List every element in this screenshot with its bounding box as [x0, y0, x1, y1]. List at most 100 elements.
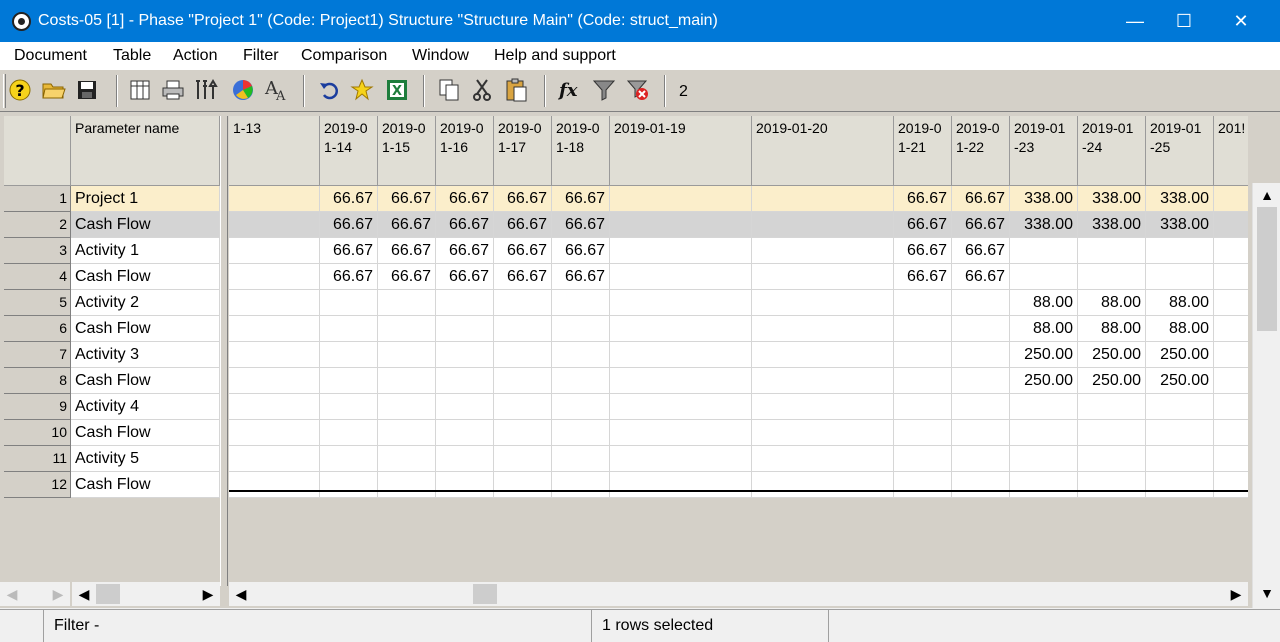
data-cell[interactable] — [610, 472, 752, 498]
data-cell[interactable] — [894, 342, 952, 368]
data-cell[interactable]: 66.67 — [436, 186, 494, 212]
scroll-up-icon[interactable]: ▲ — [1257, 187, 1277, 203]
data-cell[interactable] — [1146, 446, 1214, 472]
data-cell[interactable] — [436, 446, 494, 472]
data-cell[interactable] — [610, 446, 752, 472]
parameter-name-cell[interactable]: Activity 3 — [71, 342, 220, 368]
data-cell[interactable] — [752, 394, 894, 420]
data-cell[interactable] — [229, 264, 320, 290]
data-cell[interactable] — [378, 316, 436, 342]
data-cell[interactable] — [552, 420, 610, 446]
data-cell[interactable] — [494, 342, 552, 368]
data-cell[interactable]: 66.67 — [552, 264, 610, 290]
data-cell[interactable] — [1214, 394, 1248, 420]
data-cell[interactable] — [320, 290, 378, 316]
data-cell[interactable]: 250.00 — [1146, 368, 1214, 394]
parameter-name-cell[interactable]: Project 1 — [71, 186, 220, 212]
menu-filter[interactable]: Filter — [243, 47, 279, 65]
data-cell[interactable] — [378, 472, 436, 498]
scroll-right-icon[interactable]: ▶ — [1226, 586, 1246, 603]
data-cell[interactable]: 66.67 — [494, 238, 552, 264]
corner-cell[interactable] — [4, 116, 71, 186]
data-cell[interactable]: 250.00 — [1010, 342, 1078, 368]
vertical-scrollbar[interactable]: ▲ ▼ — [1252, 183, 1280, 608]
data-cell[interactable] — [552, 368, 610, 394]
data-cell[interactable] — [229, 420, 320, 446]
row-number[interactable]: 1 — [4, 186, 71, 212]
parameter-name-cell[interactable]: Cash Flow — [71, 368, 220, 394]
data-cell[interactable]: 88.00 — [1078, 290, 1146, 316]
data-cell[interactable] — [952, 342, 1010, 368]
data-cell[interactable] — [1214, 446, 1248, 472]
data-cell[interactable]: 338.00 — [1010, 212, 1078, 238]
data-cell[interactable] — [752, 472, 894, 498]
data-cell[interactable]: 88.00 — [1146, 290, 1214, 316]
data-cell[interactable] — [752, 316, 894, 342]
data-horizontal-scrollbar[interactable]: ◀ ▶ — [229, 582, 1248, 606]
data-cell[interactable]: 338.00 — [1078, 186, 1146, 212]
data-cell[interactable]: 338.00 — [1078, 212, 1146, 238]
data-cell[interactable] — [610, 212, 752, 238]
cut-icon[interactable] — [468, 76, 496, 104]
date-column-header[interactable]: 2019-0 1-21 — [894, 116, 952, 186]
data-cell[interactable] — [436, 342, 494, 368]
data-cell[interactable]: 66.67 — [320, 264, 378, 290]
data-cell[interactable]: 66.67 — [494, 264, 552, 290]
data-cell[interactable]: 66.67 — [952, 212, 1010, 238]
data-cell[interactable] — [436, 316, 494, 342]
data-cell[interactable]: 66.67 — [436, 264, 494, 290]
maximize-button[interactable]: ☐ — [1155, 0, 1213, 42]
data-cell[interactable] — [894, 368, 952, 394]
scroll-left-icon[interactable]: ◀ — [74, 586, 94, 603]
data-cell[interactable] — [1146, 472, 1214, 498]
data-cell[interactable]: 66.67 — [378, 212, 436, 238]
date-column-header[interactable]: 2019-01 -24 — [1078, 116, 1146, 186]
data-cell[interactable] — [229, 290, 320, 316]
menu-action[interactable]: Action — [173, 47, 217, 65]
data-cell[interactable] — [752, 420, 894, 446]
data-cell[interactable] — [894, 446, 952, 472]
data-cell[interactable]: 66.67 — [378, 186, 436, 212]
data-cell[interactable] — [436, 472, 494, 498]
data-cell[interactable] — [952, 394, 1010, 420]
rownum-horizontal-scrollbar[interactable]: ◀ ▶ — [0, 582, 70, 606]
data-cell[interactable] — [320, 342, 378, 368]
data-cell[interactable] — [378, 342, 436, 368]
data-cell[interactable] — [1214, 316, 1248, 342]
data-cell[interactable] — [229, 394, 320, 420]
data-cell[interactable] — [1078, 446, 1146, 472]
data-cell[interactable] — [494, 420, 552, 446]
data-cell[interactable] — [229, 212, 320, 238]
clear-filter-icon[interactable] — [624, 76, 652, 104]
data-cell[interactable] — [752, 446, 894, 472]
data-cell[interactable] — [1010, 420, 1078, 446]
scroll-right-icon[interactable]: ▶ — [48, 586, 68, 603]
data-cell[interactable] — [494, 446, 552, 472]
date-column-header[interactable]: 2019-01 -25 — [1146, 116, 1214, 186]
data-cell[interactable] — [552, 446, 610, 472]
parameter-name-cell[interactable]: Activity 4 — [71, 394, 220, 420]
data-cell[interactable] — [1010, 394, 1078, 420]
parameter-name-cell[interactable]: Cash Flow — [71, 316, 220, 342]
data-cell[interactable] — [610, 342, 752, 368]
font-icon[interactable]: AA — [263, 76, 291, 104]
data-cell[interactable] — [610, 186, 752, 212]
date-column-header[interactable]: 2019-01-19 — [610, 116, 752, 186]
data-cell[interactable] — [894, 472, 952, 498]
data-cell[interactable] — [952, 368, 1010, 394]
name-horizontal-scrollbar[interactable]: ◀ ▶ — [72, 582, 220, 606]
copy-icon[interactable] — [435, 76, 463, 104]
parameter-name-cell[interactable]: Activity 2 — [71, 290, 220, 316]
data-cell[interactable] — [1146, 238, 1214, 264]
undo-icon[interactable] — [315, 76, 343, 104]
data-cell[interactable] — [378, 446, 436, 472]
row-number[interactable]: 7 — [4, 342, 71, 368]
data-cell[interactable] — [752, 186, 894, 212]
data-cell[interactable] — [494, 394, 552, 420]
data-cell[interactable] — [752, 368, 894, 394]
data-cell[interactable] — [1010, 472, 1078, 498]
data-cell[interactable]: 66.67 — [552, 238, 610, 264]
data-cell[interactable]: 66.67 — [894, 264, 952, 290]
data-cell[interactable]: 66.67 — [952, 264, 1010, 290]
data-cell[interactable] — [229, 342, 320, 368]
